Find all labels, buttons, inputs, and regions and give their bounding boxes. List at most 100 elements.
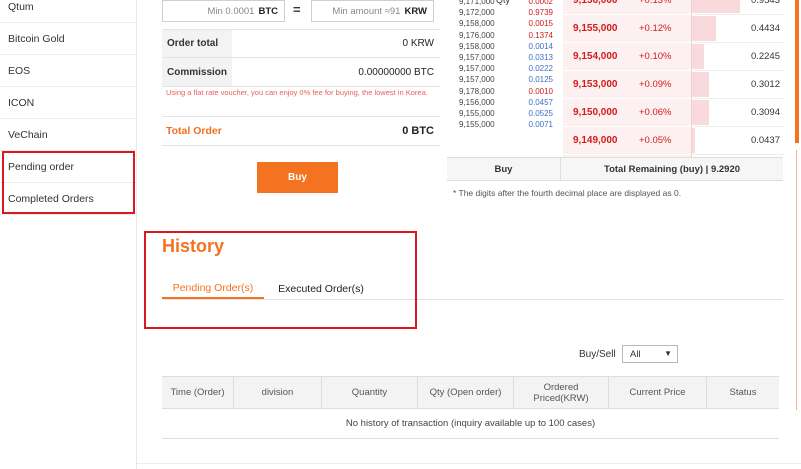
trade-list-item: 9,176,000 0.1374: [447, 30, 559, 41]
total-order-value: 0 BTC: [402, 125, 434, 137]
sidebar-item-qtum[interactable]: Qtum: [0, 0, 136, 23]
bid-volume-bar: [692, 72, 709, 97]
trade-list-item: 9,171,000 0.0002 Qty: [447, 0, 559, 7]
bid-change-percent: +0.05%: [639, 135, 672, 146]
column-quantity: Quantity: [321, 377, 417, 408]
order-book-footer: Buy Total Remaining (buy) | 9.2920: [447, 157, 783, 181]
trade-list-item: 9,172,000 0.9739: [447, 7, 559, 18]
bid-change-percent: +0.13%: [639, 0, 672, 6]
total-order-label: Total Order: [166, 125, 222, 137]
trade-price: 9,157,000: [459, 64, 495, 74]
bid-row[interactable]: 9,149,000 +0.05%: [563, 127, 691, 155]
order-book: 9,171,000 0.0002 Qty 9,172,000 0.9739 9,158,0…: [447, 0, 784, 181]
order-total-label: Order total: [162, 30, 232, 57]
history-table: Time (Order) division Quantity Qty (Open…: [162, 376, 779, 439]
column-status: Status: [706, 377, 779, 408]
btc-amount-field[interactable]: Min 0.0001 BTC: [162, 0, 285, 22]
trade-qty: 0.0457: [528, 97, 553, 107]
trade-price: 9,158,000: [459, 41, 495, 51]
trade-list-item: 9,178,000 0.0010: [447, 86, 559, 97]
btc-unit-label: BTC: [258, 5, 278, 17]
trade-price: 9,157,000: [459, 52, 495, 62]
column-current-price: Current Price: [608, 377, 706, 408]
trade-qty: 0.0125: [528, 75, 553, 85]
bid-row[interactable]: 9,155,000 +0.12%: [563, 15, 691, 43]
trade-list-item: 9,157,000 0.0313: [447, 52, 559, 63]
bid-amount-row: 0.2245: [692, 43, 784, 71]
bid-row[interactable]: 9,153,000 +0.09%: [563, 71, 691, 99]
fee-voucher-notice: Using a flat rate voucher, you can enjoy…: [166, 88, 428, 97]
krw-amount-placeholder: Min amount ≈91: [332, 5, 401, 17]
trade-list-item: 9,157,000 0.0222: [447, 63, 559, 74]
bid-price: 9,154,000: [573, 51, 618, 62]
commission-label: Commission: [162, 58, 232, 86]
trade-price: 9,172,000: [459, 8, 495, 18]
bottom-divider: [137, 463, 801, 464]
bid-amount-row: 0.3094: [692, 99, 784, 127]
sidebar-item-eos[interactable]: EOS: [0, 55, 136, 87]
trade-list-item: 9,156,000 0.0457: [447, 97, 559, 108]
bid-amount-row: 0.0437: [692, 127, 784, 155]
trade-qty: 0.9739: [528, 8, 553, 18]
right-edge-accent: [795, 0, 799, 143]
bid-amount: 0.3012: [750, 79, 780, 90]
exchange-page: Qtum Bitcoin Gold EOS ICON VeChain Pendi…: [0, 0, 801, 469]
trade-price: 9,157,000: [459, 75, 495, 85]
bid-amount: 0.0437: [750, 135, 780, 146]
trade-qty: 0.0222: [528, 64, 553, 74]
sidebar-item-icon[interactable]: ICON: [0, 87, 136, 119]
bid-change-percent: +0.06%: [639, 107, 672, 118]
bid-change-percent: +0.10%: [639, 51, 672, 62]
sidebar-item-vechain[interactable]: VeChain: [0, 119, 136, 151]
trade-list: 9,171,000 0.0002 Qty 9,172,000 0.9739 9,158,0…: [447, 0, 559, 157]
sidebar-item-label: Bitcoin Gold: [8, 33, 65, 45]
trade-price: 9,176,000: [459, 30, 495, 40]
trade-qty: 0.0015: [528, 19, 553, 29]
bid-price: 9,149,000: [573, 135, 618, 146]
krw-unit-label: KRW: [404, 5, 427, 17]
krw-amount-field[interactable]: Min amount ≈91 KRW: [311, 0, 434, 22]
bid-amount-row: 0.3012: [692, 71, 784, 99]
bid-amount: 0.3094: [750, 107, 780, 118]
no-history-message: No history of transaction (inquiry avail…: [162, 409, 779, 439]
trade-list-item: 9,155,000 0.0525: [447, 108, 559, 119]
bid-volume-bar: [692, 128, 695, 153]
trade-qty: 0.0071: [528, 120, 553, 130]
order-total-row: Order total 0 KRW: [162, 29, 440, 58]
column-ordered-price: Ordered Priced(KRW): [513, 377, 608, 408]
coin-sidebar: Qtum Bitcoin Gold EOS ICON VeChain Pendi…: [0, 0, 137, 469]
total-order-row: Total Order 0 BTC: [162, 116, 440, 146]
bid-price: 9,150,000: [573, 107, 618, 118]
chevron-down-icon: ▼: [664, 349, 672, 358]
sidebar-item-label: Qtum: [8, 1, 34, 13]
bid-price: 9,153,000: [573, 79, 618, 90]
bid-row[interactable]: 9,150,000 +0.06%: [563, 99, 691, 127]
column-qty-open-order: Qty (Open order): [417, 377, 513, 408]
bid-change-percent: +0.09%: [639, 79, 672, 90]
bid-amount-row: 0.9543: [692, 0, 784, 15]
buy-sell-select[interactable]: All ▼: [622, 345, 678, 363]
order-total-value: 0 KRW: [402, 38, 435, 49]
trade-qty: 0.1374: [528, 30, 553, 40]
footer-buy-label: Buy: [494, 163, 513, 175]
commission-row: Commission 0.00000000 BTC: [162, 58, 440, 87]
bid-row[interactable]: 9,156,000 +0.13%: [563, 0, 691, 15]
btc-amount-placeholder: Min 0.0001: [207, 5, 255, 17]
bid-amount: 0.2245: [750, 51, 780, 62]
trade-qty: 0.0313: [528, 52, 553, 62]
bid-volume-bar: [692, 100, 709, 125]
sidebar-item-label: EOS: [8, 65, 31, 77]
commission-value: 0.00000000 BTC: [358, 66, 434, 78]
buy-button[interactable]: Buy: [257, 162, 338, 193]
bid-volume-bar: [692, 0, 740, 13]
trade-price: 9,155,000: [459, 120, 495, 130]
trade-qty: 0.0525: [528, 108, 553, 118]
buy-sell-select-value: All: [630, 348, 641, 360]
trade-list-item: 9,157,000 0.0125: [447, 74, 559, 85]
trade-qty: 0.0014: [528, 41, 553, 51]
bid-amount-row: 0.4434: [692, 15, 784, 43]
sidebar-item-bitcoin-gold[interactable]: Bitcoin Gold: [0, 23, 136, 55]
sidebar-item-label: ICON: [8, 97, 35, 109]
bid-row[interactable]: 9,154,000 +0.10%: [563, 43, 691, 71]
sidebar-item-label: VeChain: [8, 129, 48, 141]
